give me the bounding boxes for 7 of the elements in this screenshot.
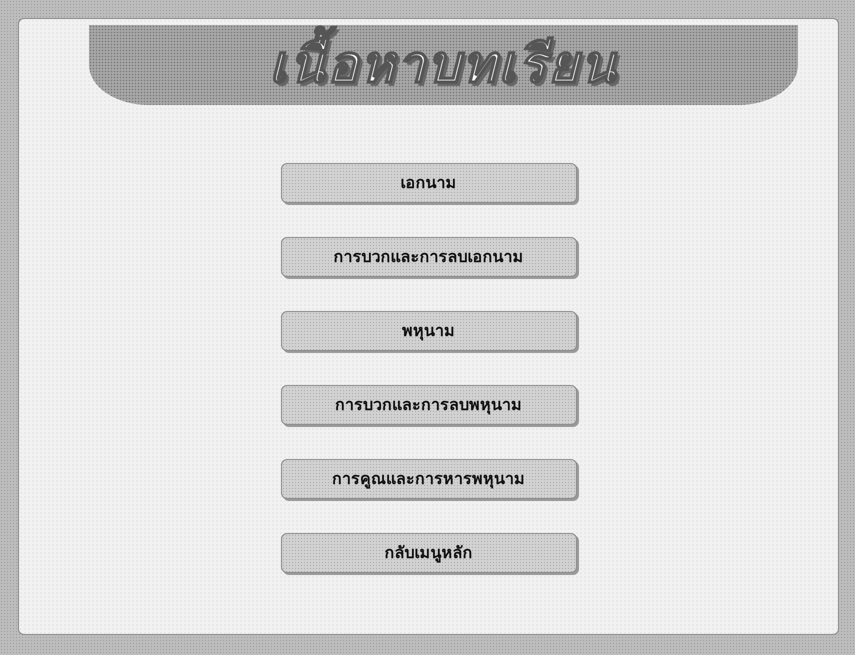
- menu-button[interactable]: การบวกและการลบเอกนาม: [280, 237, 576, 277]
- menu-button[interactable]: พหุนาม: [280, 311, 576, 351]
- menu-button[interactable]: เอกนาม: [280, 163, 576, 203]
- menu-button[interactable]: กลับเมนูหลัก: [280, 533, 576, 573]
- menu-button[interactable]: การคูณและการหารพหุนาม: [280, 459, 576, 499]
- menu-button[interactable]: การบวกและการลบพหุนาม: [280, 385, 576, 425]
- page-title: เนื้อหาบทเรียน: [269, 26, 618, 104]
